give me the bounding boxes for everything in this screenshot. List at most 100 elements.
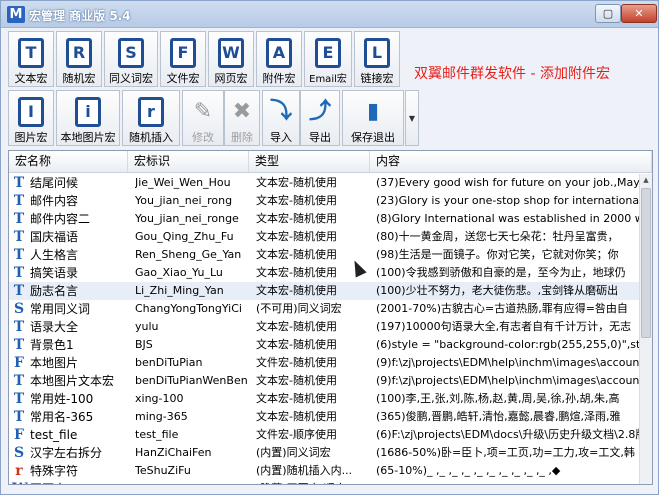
table-row[interactable]: T 邮件内容 You_jian_nei_rong 文本宏-随机使用 (23)Glory … xyxy=(9,192,639,210)
edit-button[interactable]: ✎ 修改 xyxy=(182,90,224,146)
macro-type-cell: (隐藏)网页宏-顺序... xyxy=(256,480,373,484)
text-macro-icon: T xyxy=(18,38,44,68)
random-macro-label: 随机宏 xyxy=(62,72,96,85)
table-row[interactable]: S 汉字左右拆分 HanZiChaiFen (内置)同义词宏 (1686-50%)卧=臣… xyxy=(9,444,639,462)
column-header-content[interactable]: 内容 xyxy=(370,151,652,172)
macro-content-cell: (100)少壮不努力，老大徒伤悲。,宝剑锋从磨砺出 xyxy=(376,284,619,297)
table-row[interactable]: S 常用同义词 ChangYongTongYiCi (不可用)同义词宏 (2001-70… xyxy=(9,300,639,318)
table-row[interactable]: Ftest_file test_file 文件宏-顺序使用 (6)F:\zj\proj… xyxy=(9,426,639,444)
file-macro-icon: F xyxy=(170,38,196,68)
column-header-name[interactable]: 宏名称 xyxy=(9,151,128,172)
macro-content-cell: (6)https://www.yiyisoft.com/news/51.html… xyxy=(376,480,639,484)
table-row[interactable]: T 邮件内容二 You_jian_nei_ronge 文本宏-随机使用 (8)Glory… xyxy=(9,210,639,228)
text-macro-icon: T xyxy=(13,373,25,389)
table-row[interactable]: T 人生格言 Ren_Sheng_Ge_Yan 文本宏-随机使用 (98)生活是一面镜子… xyxy=(9,246,639,264)
webpage-macro-button[interactable]: W 网页宏 xyxy=(208,31,254,87)
link-macro-label: 链接宏 xyxy=(360,72,394,85)
delete-button[interactable]: ✖ 删除 xyxy=(224,90,260,146)
macro-content-cell: (65-10%)_ ,_ ,_ ,_ ,_ ,_ ,_ ,_ ,_ ,_ ,◆ xyxy=(376,464,561,477)
text-macro-icon: T xyxy=(13,283,25,299)
column-header-type[interactable]: 类型 xyxy=(249,151,370,172)
table-row[interactable]: r 特殊字符 TeShuZiFu (内置)随机插入内... (65-10%)_ ,_ ,… xyxy=(9,462,639,480)
webpage-macro-icon: W xyxy=(218,38,244,68)
macro-id-cell: Gou_Qing_Zhu_Fu xyxy=(135,230,234,243)
macro-content-cell: (9)f:\zj\projects\EDM\help\inchm\images\… xyxy=(376,356,639,369)
email-macro-button[interactable]: E Email宏 xyxy=(304,31,352,87)
text-macro-button[interactable]: T 文本宏 xyxy=(8,31,54,87)
macro-type-cell: 文本宏-随机使用 xyxy=(256,194,337,207)
webpage-macro-label: 网页宏 xyxy=(214,72,248,85)
macro-id-cell: benDiTuPian xyxy=(135,356,203,369)
macro-content-cell: (6)style = "background-color:rgb(255,255… xyxy=(376,338,639,351)
macro-id-cell: TeShuZiFu xyxy=(135,464,191,477)
macro-name-cell: T 国庆福语 xyxy=(9,228,128,246)
close-button[interactable]: ✕ xyxy=(621,4,657,23)
macro-name-text: 邮件内容二 xyxy=(30,212,91,226)
macro-id-cell: xing-100 xyxy=(135,392,184,405)
macro-manager-window: M 宏管理 商业版 5.4 ▢ ✕ T 文本宏 R 随机宏 S 同义词宏 F 文… xyxy=(0,0,659,495)
attachment-macro-button[interactable]: A 附件宏 xyxy=(256,31,302,87)
macro-name-text: 邮件内容 xyxy=(30,194,79,208)
title-bar[interactable]: M 宏管理 商业版 5.4 ▢ ✕ xyxy=(1,1,658,28)
macro-name-cell: S 汉字左右拆分 xyxy=(9,444,128,462)
macro-name-text: 背景色1 xyxy=(30,338,74,352)
local-image-macro-button[interactable]: i 本地图片宏 xyxy=(56,90,120,146)
synonym-macro-button[interactable]: S 同义词宏 xyxy=(104,31,158,87)
macro-name-text: 人生格言 xyxy=(30,248,79,262)
macro-id-cell: Gao_Xiao_Yu_Lu xyxy=(135,266,223,279)
table-row[interactable]: T 本地图片文本宏 benDiTuPianWenBen 文本宏-随机使用 (9)f:\z… xyxy=(9,372,639,390)
file-macro-label: 文件宏 xyxy=(166,72,200,85)
table-row[interactable]: T 常用姓-100 xing-100 文本宏-随机使用 (100)李,王,张,刘,陈,杨… xyxy=(9,390,639,408)
macro-name-text: 网页宏4 xyxy=(30,482,74,484)
image-macro-icon: I xyxy=(18,97,44,127)
scrollbar-thumb[interactable] xyxy=(641,188,651,338)
vertical-scrollbar[interactable]: ▲ xyxy=(639,174,652,484)
text-macro-icon: T xyxy=(13,319,25,335)
synonym-macro-icon: S xyxy=(13,301,25,317)
table-row[interactable]: T 常用名-365 ming-365 文本宏-随机使用 (365)俊鹏,晋鹏,皓轩,清怡… xyxy=(9,408,639,426)
table-row[interactable]: T 语录大全 yulu 文本宏-随机使用 (197)10000句语录大全,有志者自有千计… xyxy=(9,318,639,336)
edit-label: 修改 xyxy=(192,131,214,144)
table-row[interactable]: T 搞笑语录 Gao_Xiao_Yu_Lu 文本宏-随机使用 (100)令我感到骄傲和自… xyxy=(9,264,639,282)
macro-list-grid[interactable]: 宏名称 宏标识 类型 内容 T 结尾问候 Jie_Wei_Wen_Hou 文本宏-随机… xyxy=(8,150,653,485)
import-label: 导入 xyxy=(270,131,292,144)
macro-id-cell: Li_Zhi_Ming_Yan xyxy=(135,284,224,297)
export-button[interactable]: ⤴ 导出 xyxy=(300,90,340,146)
macro-name-text: 常用名-365 xyxy=(30,410,94,424)
macro-type-cell: 文本宏-随机使用 xyxy=(256,212,337,225)
macro-name-text: 励志名言 xyxy=(30,284,79,298)
table-row[interactable]: T 背景色1 BJS 文本宏-随机使用 (6)style = "background-c… xyxy=(9,336,639,354)
link-macro-button[interactable]: L 链接宏 xyxy=(354,31,400,87)
table-row[interactable]: T 励志名言 Li_Zhi_Ming_Yan 文本宏-随机使用 (100)少壮不努力，老… xyxy=(9,282,639,300)
save-exit-button[interactable]: ▮ 保存退出 xyxy=(342,90,404,146)
table-row[interactable]: T 结尾问候 Jie_Wei_Wen_Hou 文本宏-随机使用 (37)Every go… xyxy=(9,174,639,192)
import-button[interactable]: ⤵ 导入 xyxy=(262,90,300,146)
text-macro-label: 文本宏 xyxy=(14,72,48,85)
restore-button[interactable]: ▢ xyxy=(595,4,621,23)
scroll-up-icon[interactable]: ▲ xyxy=(640,174,652,187)
file-macro-icon: F xyxy=(14,427,24,443)
file-macro-icon: F xyxy=(14,355,24,371)
text-macro-icon: T xyxy=(13,193,25,209)
column-header-id[interactable]: 宏标识 xyxy=(128,151,249,172)
image-macro-button[interactable]: I 图片宏 xyxy=(8,90,54,146)
random-insert-label: 随机插入 xyxy=(129,131,173,144)
macro-content-cell: (9)f:\zj\projects\EDM\help\inchm\images\… xyxy=(376,374,639,387)
toolbar-more-dropdown[interactable]: ▼ xyxy=(405,90,419,146)
table-row[interactable]: F 本地图片 benDiTuPian 文件宏-随机使用 (9)f:\zj\project… xyxy=(9,354,639,372)
file-macro-button[interactable]: F 文件宏 xyxy=(160,31,206,87)
table-row[interactable]: T 国庆福语 Gou_Qing_Zhu_Fu 文本宏-随机使用 (80)十一黄金周，送您… xyxy=(9,228,639,246)
macro-type-cell: 文本宏-随机使用 xyxy=(256,176,337,189)
delete-label: 删除 xyxy=(231,131,253,144)
macro-id-cell: ChangYongTongYiCi xyxy=(135,302,242,315)
macro-content-cell: (365)俊鹏,晋鹏,皓轩,清怡,嘉懿,晨睿,鹏煊,泽雨,雅 xyxy=(376,410,621,423)
macro-type-cell: 文本宏-随机使用 xyxy=(256,338,337,351)
save-exit-label: 保存退出 xyxy=(351,131,395,144)
random-macro-button[interactable]: R 随机宏 xyxy=(56,31,102,87)
macro-type-cell: (不可用)同义词宏 xyxy=(256,302,342,315)
table-row[interactable]: W网页宏4 WangYe5(隐藏)网页宏-顺序...(6)https://www.… xyxy=(9,480,639,484)
email-macro-icon: E xyxy=(315,38,341,68)
macro-name-cell: T 结尾问候 xyxy=(9,174,128,192)
random-insert-button[interactable]: r 随机插入 xyxy=(122,90,180,146)
macro-type-cell: 文本宏-随机使用 xyxy=(256,374,337,387)
